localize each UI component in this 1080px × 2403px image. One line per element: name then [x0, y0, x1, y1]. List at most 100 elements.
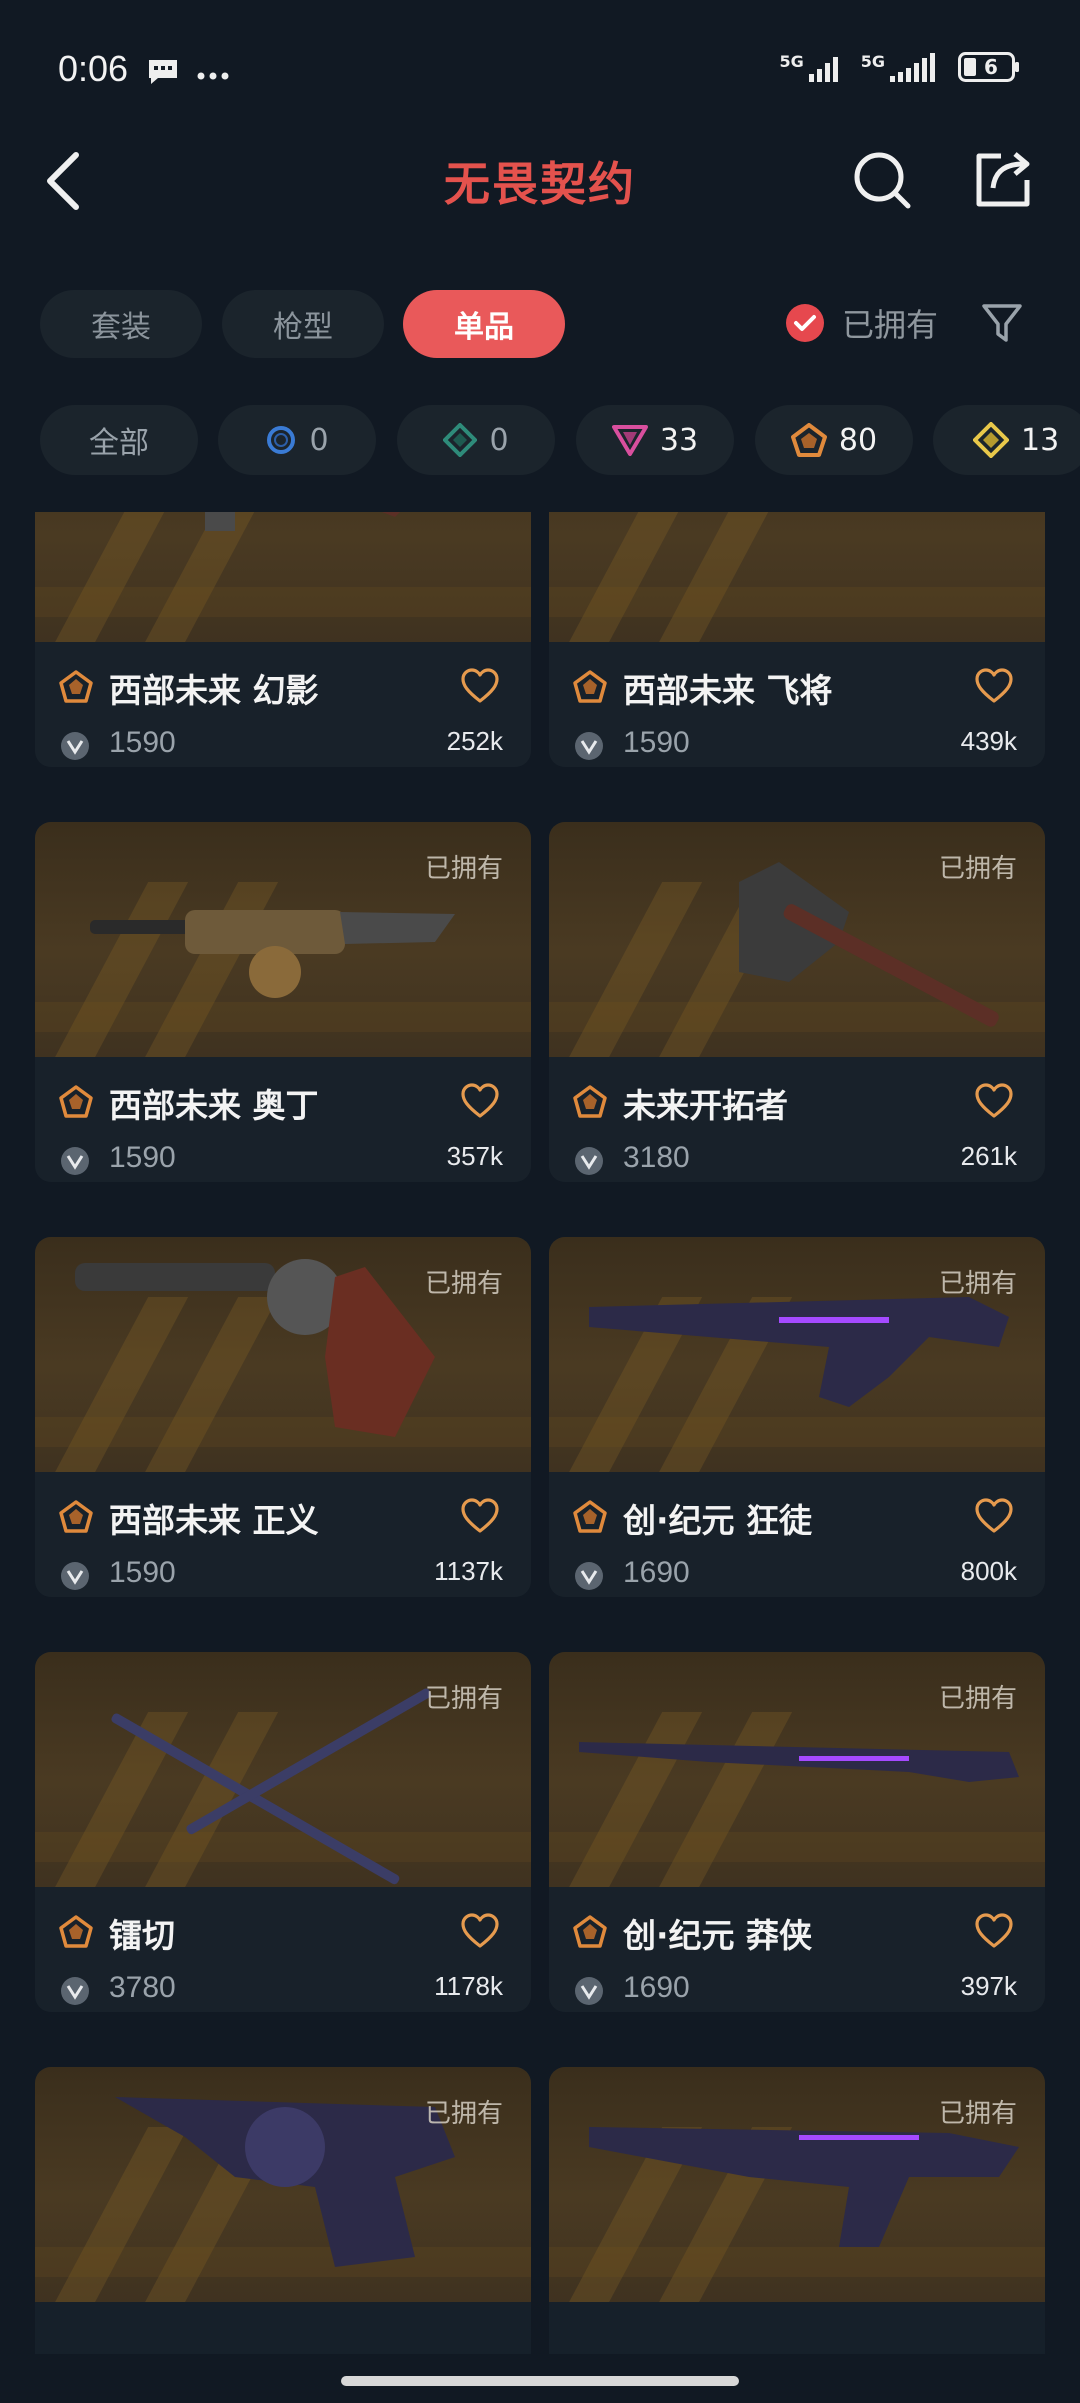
owned-filter-toggle[interactable]: 已拥有: [786, 300, 938, 346]
chip-deluxe-tier[interactable]: 0: [397, 405, 555, 475]
home-indicator[interactable]: [341, 2376, 739, 2386]
item-card[interactable]: 已拥有西部未来 奥丁 1590 357k: [35, 822, 531, 1182]
item-info: 未来开拓者 3180 261k: [549, 1057, 1045, 1182]
chip-ultra-tier[interactable]: 13: [933, 405, 1080, 475]
filter-button[interactable]: [980, 300, 1024, 344]
valorant-points-icon: [61, 1977, 89, 2005]
valorant-points-icon: [61, 732, 89, 760]
item-info: 西部未来 幻影 1590 252k: [35, 642, 531, 767]
item-name: 创·纪元 狂徒: [623, 1501, 813, 1540]
premium-tier-icon: [611, 425, 648, 456]
exclusive-tier-icon: [59, 670, 93, 703]
exclusive-tier-icon: [573, 1915, 607, 1948]
item-card[interactable]: 已拥有 创·纪元 莽侠 1690 397k: [549, 1652, 1045, 2012]
item-name: 镭切: [109, 1916, 175, 1955]
tab-set[interactable]: 套装: [40, 290, 202, 358]
valorant-points-icon: [575, 1562, 603, 1590]
like-count: 1137k: [434, 1556, 503, 1586]
item-info: 镭切 3780 1178k: [35, 1887, 531, 2012]
heart-icon[interactable]: [975, 1913, 1013, 1949]
item-price: 1590: [623, 726, 690, 759]
item-card[interactable]: 已拥有 镭切 3780 1178k: [35, 1652, 531, 2012]
signal-icon-2: 5G: [861, 52, 944, 82]
deluxe-tier-icon: [443, 423, 478, 457]
notification-icon: [146, 58, 180, 86]
tab-single-item[interactable]: 单品: [403, 290, 565, 358]
chip-count: 0: [309, 422, 329, 458]
share-icon: [976, 152, 1030, 207]
heart-icon[interactable]: [461, 668, 499, 704]
item-info: 西部未来 奥丁 1590 357k: [35, 1057, 531, 1182]
item-info: 西部未来 飞将 1590 439k: [549, 642, 1045, 767]
heart-icon[interactable]: [461, 1083, 499, 1119]
owned-label: 已拥有: [938, 1269, 1017, 1299]
filter-funnel-icon: [982, 304, 1022, 342]
exclusive-tier-icon: [573, 670, 607, 703]
item-name: 创·纪元 莽侠: [623, 1916, 813, 1955]
battery-icon: 6: [958, 52, 1020, 82]
item-card[interactable]: 已拥有 西部未来 正义 1590 1137k: [35, 1237, 531, 1597]
battery-level: 6: [984, 55, 998, 79]
item-card[interactable]: 已拥有西部未来 幻影 1590 252k: [35, 512, 531, 767]
item-image: 已拥有: [35, 1237, 531, 1472]
page-title: 无畏契约: [444, 157, 636, 211]
like-count: 252k: [446, 726, 503, 756]
valorant-points-icon: [61, 1562, 89, 1590]
ultra-tier-icon: [973, 422, 1009, 458]
search-button[interactable]: [852, 150, 912, 210]
valorant-points-icon: [575, 732, 603, 760]
item-image: 已拥有: [35, 2067, 531, 2302]
heart-icon[interactable]: [461, 1498, 499, 1534]
share-button[interactable]: [973, 150, 1033, 210]
owned-label: 已拥有: [938, 1684, 1017, 1714]
more-dots-icon: [196, 66, 230, 80]
item-grid: 已拥有西部未来 幻影1590252k已拥有西部未来 飞将1590439k已拥有西…: [0, 512, 1080, 2354]
item-info: 创·纪元 狂徒 1690 800k: [549, 1472, 1045, 1597]
item-image: 已拥有: [549, 1652, 1045, 1887]
chip-count: 80: [838, 422, 878, 458]
weapon-image: [549, 512, 1045, 642]
owned-label: 已拥有: [424, 1269, 503, 1299]
chip-count: 33: [659, 422, 699, 458]
item-image: 已拥有: [549, 2067, 1045, 2302]
signal-icon: 5G: [779, 52, 846, 82]
like-count: 261k: [960, 1141, 1017, 1171]
valorant-points-icon: [575, 1147, 603, 1175]
status-time: 0:06: [58, 48, 129, 89]
item-name: 西部未来 奥丁: [109, 1086, 319, 1125]
item-card[interactable]: 已拥有创·纪元 狂徒 1690 800k: [549, 1237, 1045, 1597]
heart-icon[interactable]: [461, 1913, 499, 1949]
chip-select-tier[interactable]: 0: [218, 405, 376, 475]
item-name: 西部未来 正义: [109, 1501, 319, 1540]
item-price: 1590: [109, 726, 176, 759]
item-price: 1590: [109, 1141, 176, 1174]
owned-label: 已拥有: [424, 854, 503, 884]
item-price: 3180: [623, 1141, 690, 1174]
weapon-image: [205, 512, 400, 531]
item-card[interactable]: 已拥有 未来开拓者 3180 261k: [549, 822, 1045, 1182]
item-image: 已拥有: [549, 512, 1045, 642]
chip-all[interactable]: 全部: [40, 405, 198, 475]
status-icons: 5G 5G 6: [779, 52, 1020, 82]
heart-icon[interactable]: [975, 1498, 1013, 1534]
search-icon: [854, 152, 911, 209]
item-card[interactable]: 已拥有: [549, 2067, 1045, 2354]
like-count: 397k: [960, 1971, 1017, 2001]
exclusive-tier-icon: [59, 1500, 93, 1533]
item-image: 已拥有: [35, 1652, 531, 1887]
like-count: 357k: [446, 1141, 503, 1171]
owned-label: 已拥有: [424, 2099, 503, 2129]
chip-count: 0: [489, 422, 509, 458]
heart-icon[interactable]: [975, 1083, 1013, 1119]
item-price: 1690: [623, 1556, 690, 1589]
item-price: 3780: [109, 1971, 176, 2004]
item-card[interactable]: 已拥有: [35, 2067, 531, 2354]
chip-count: 13: [1021, 422, 1060, 458]
like-count: 439k: [960, 726, 1017, 756]
chip-premium-tier[interactable]: 33: [576, 405, 734, 475]
chip-exclusive-tier[interactable]: 80: [755, 405, 913, 475]
item-card[interactable]: 已拥有西部未来 飞将 1590 439k: [549, 512, 1045, 767]
tab-weapon-type[interactable]: 枪型: [222, 290, 384, 358]
heart-icon[interactable]: [975, 668, 1013, 704]
like-count: 800k: [960, 1556, 1017, 1586]
